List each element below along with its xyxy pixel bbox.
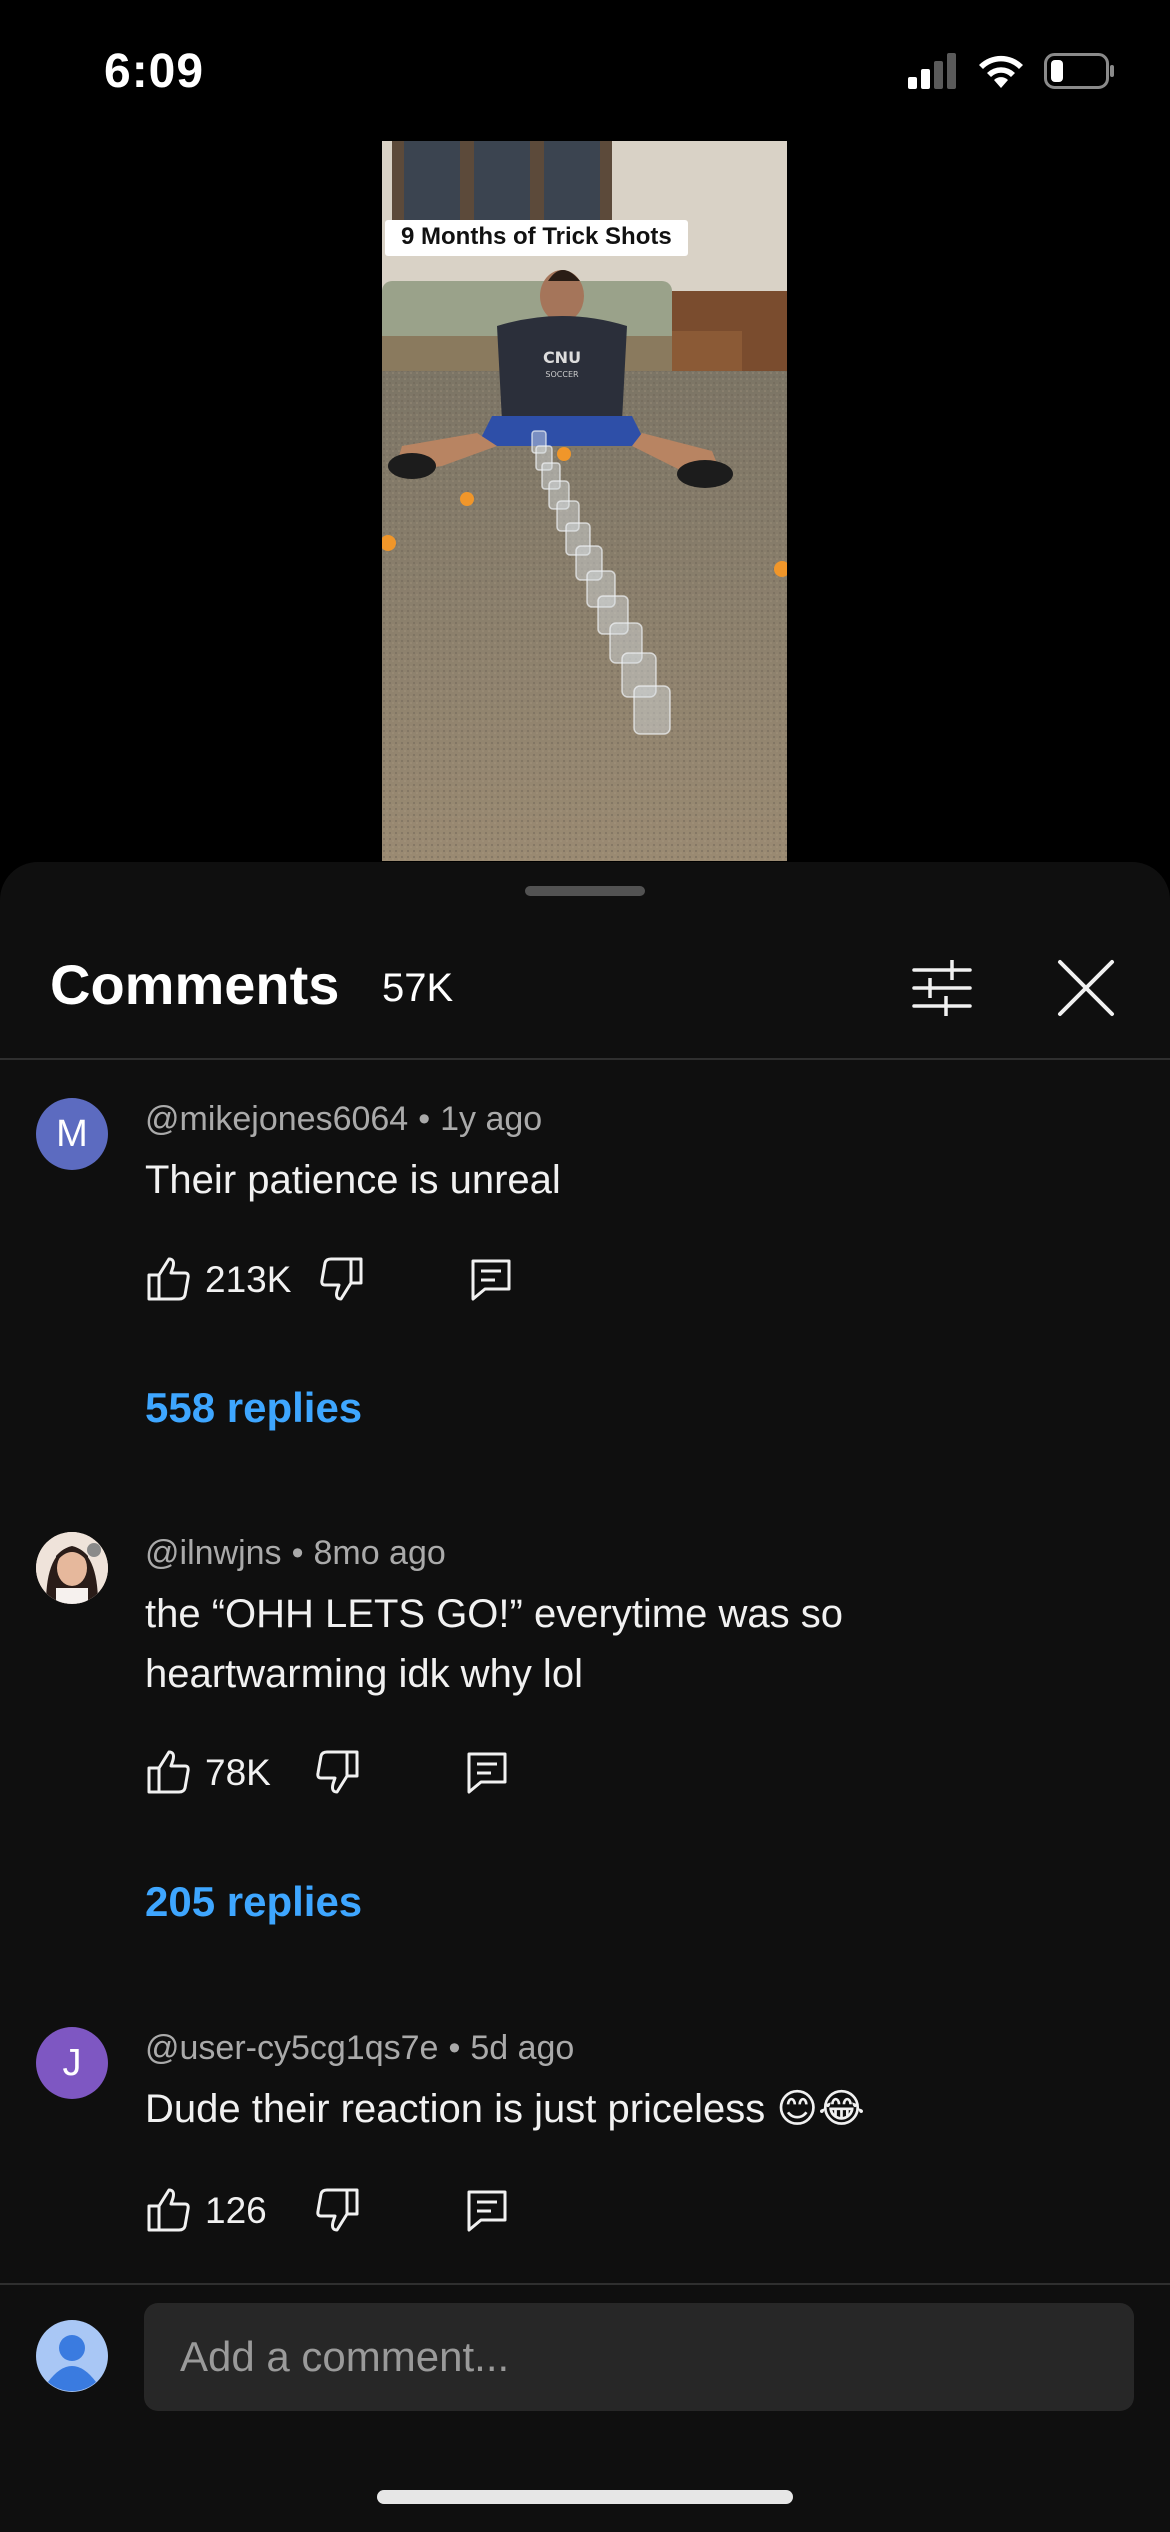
like-count: 78K bbox=[205, 1752, 271, 1793]
comment-actions: 213K bbox=[145, 1249, 1045, 1309]
profile-photo-icon bbox=[36, 1532, 108, 1604]
video-player[interactable]: CNU SOCCER 9 Months of Trick Shots bbox=[382, 141, 787, 861]
like-icon[interactable] bbox=[145, 1255, 193, 1303]
comment-text-line: the “OHH LETS GO!” everytime was so bbox=[145, 1592, 843, 1636]
meta-separator: • bbox=[448, 2029, 461, 2067]
dislike-icon[interactable] bbox=[313, 1748, 361, 1796]
filter-sliders-icon bbox=[912, 960, 972, 1016]
close-icon bbox=[1058, 960, 1114, 1016]
comment-author[interactable]: @ilnwjns bbox=[145, 1534, 282, 1572]
reply-icon[interactable] bbox=[467, 1255, 515, 1303]
comment-author[interactable]: @user-cy5cg1qs7e bbox=[145, 2029, 438, 2067]
header-divider bbox=[0, 1058, 1170, 1060]
avatar[interactable]: J bbox=[36, 2027, 108, 2099]
svg-text:CNU: CNU bbox=[543, 348, 581, 367]
comment-actions: 126 bbox=[145, 2180, 1045, 2240]
comments-count: 57K bbox=[382, 966, 454, 1010]
replies-link[interactable]: 558 replies bbox=[145, 1384, 362, 1432]
avatar[interactable]: M bbox=[36, 1098, 108, 1170]
comment-meta: @user-cy5cg1qs7e • 5d ago bbox=[145, 2029, 574, 2068]
status-time: 6:09 bbox=[104, 45, 205, 98]
sort-filter-button[interactable] bbox=[908, 954, 976, 1022]
comment-actions: 78K bbox=[145, 1742, 1045, 1802]
screen: 6:09 CNU SOCCER 9 Months of Trick Shots … bbox=[0, 0, 1170, 2532]
video-caption: 9 Months of Trick Shots bbox=[385, 220, 688, 256]
meta-separator: • bbox=[291, 1534, 304, 1572]
like-icon[interactable] bbox=[145, 2186, 193, 2234]
comment-meta: @mikejones6064 • 1y ago bbox=[145, 1100, 542, 1139]
home-indicator[interactable] bbox=[377, 2490, 793, 2504]
reply-icon[interactable] bbox=[463, 1748, 511, 1796]
avatar-letter: M bbox=[56, 1112, 88, 1155]
cellular-signal-icon bbox=[908, 53, 956, 89]
reply-icon[interactable] bbox=[463, 2186, 511, 2234]
comment-text-line: heartwarming idk why lol bbox=[145, 1652, 583, 1696]
status-icons bbox=[908, 52, 1116, 90]
dislike-icon[interactable] bbox=[317, 1255, 365, 1303]
meta-separator: • bbox=[418, 1100, 431, 1138]
svg-text:SOCCER: SOCCER bbox=[545, 370, 579, 379]
avatar-letter: J bbox=[62, 2041, 82, 2084]
user-avatar-icon[interactable] bbox=[36, 2320, 108, 2392]
wifi-icon bbox=[979, 55, 1023, 88]
comments-title: Comments bbox=[50, 953, 340, 1016]
replies-link[interactable]: 205 replies bbox=[145, 1878, 362, 1926]
like-icon[interactable] bbox=[145, 1748, 193, 1796]
add-comment-input[interactable] bbox=[144, 2303, 1134, 2411]
comment-author[interactable]: @mikejones6064 bbox=[145, 1100, 408, 1138]
comments-header: Comments 57K bbox=[0, 862, 1170, 1060]
avatar[interactable] bbox=[36, 1532, 108, 1604]
close-comments-button[interactable] bbox=[1052, 954, 1120, 1022]
comment-time: 8mo ago bbox=[313, 1534, 446, 1572]
comment-meta: @ilnwjns • 8mo ago bbox=[145, 1534, 446, 1573]
composer-divider bbox=[0, 2283, 1170, 2285]
comment-time: 5d ago bbox=[470, 2029, 575, 2067]
comment-text: the “OHH LETS GO!” everytime was so hear… bbox=[145, 1584, 1105, 1704]
comment-time: 1y ago bbox=[440, 1100, 543, 1138]
like-count: 213K bbox=[205, 1259, 292, 1300]
comment-text: Their patience is unreal bbox=[145, 1158, 561, 1202]
like-count: 126 bbox=[205, 2190, 267, 2231]
battery-icon bbox=[1044, 53, 1114, 89]
comment-text: Dude their reaction is just priceless 😊😂 bbox=[145, 2087, 865, 2131]
dislike-icon[interactable] bbox=[313, 2186, 361, 2234]
